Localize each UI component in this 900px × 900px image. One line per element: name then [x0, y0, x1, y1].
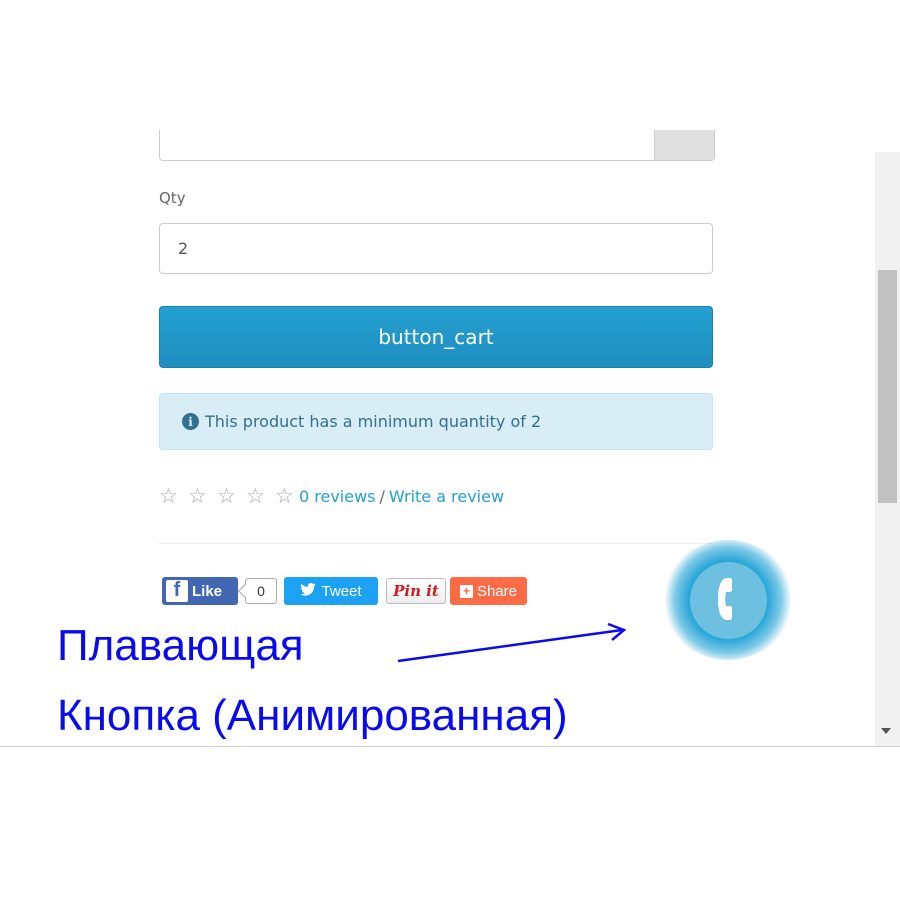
tweet-button[interactable]: Tweet [284, 577, 378, 605]
share-label: Share [476, 582, 518, 600]
min-qty-alert-text: This product has a minimum quantity of 2 [205, 412, 542, 431]
qty-label: Qty [159, 189, 186, 207]
divider [159, 543, 713, 544]
select-dropdown-button[interactable] [654, 130, 714, 160]
scroll-down-arrow-icon[interactable] [881, 728, 891, 734]
floating-call-button[interactable] [690, 562, 767, 639]
info-icon: i [182, 413, 199, 430]
like-count: 0 [245, 578, 277, 604]
scrollbar-thumb[interactable] [878, 270, 897, 503]
tweet-label: Tweet [321, 582, 362, 600]
min-qty-alert: i This product has a minimum quantity of… [159, 393, 713, 450]
star-icon: ☆ [217, 484, 236, 508]
add-to-cart-button[interactable]: button_cart [159, 306, 713, 368]
twitter-bird-icon [300, 583, 317, 599]
reviews-link[interactable]: 0 reviews [299, 487, 376, 506]
facebook-icon: f [166, 579, 188, 602]
share-button[interactable]: + Share [450, 577, 527, 605]
facebook-like-button[interactable]: f Like [162, 577, 238, 605]
reviews-separator: / [379, 486, 385, 506]
annotation-arrow [397, 622, 627, 663]
rating: ☆ ☆ ☆ ☆ ☆ 0 reviews / Write a review [159, 484, 504, 508]
pinterest-pin-button[interactable]: Pin it [386, 578, 446, 604]
qty-input[interactable] [159, 223, 713, 274]
star-icon: ☆ [275, 484, 294, 508]
write-review-link[interactable]: Write a review [389, 487, 504, 506]
star-icon: ☆ [246, 484, 265, 508]
caption-line-2: Кнопка (Анимированная) [57, 691, 568, 740]
social-buttons: f Like 0 Tweet Pin it + Share [162, 576, 527, 606]
phone-icon [716, 576, 742, 626]
plus-icon: + [459, 584, 473, 598]
caption-line-1: Плавающая [57, 621, 304, 670]
facebook-like-label: Like [192, 582, 223, 600]
viewport-bottom-border [0, 746, 900, 747]
option-select[interactable] [159, 130, 715, 161]
star-icon: ☆ [159, 484, 178, 508]
star-icon: ☆ [188, 484, 207, 508]
